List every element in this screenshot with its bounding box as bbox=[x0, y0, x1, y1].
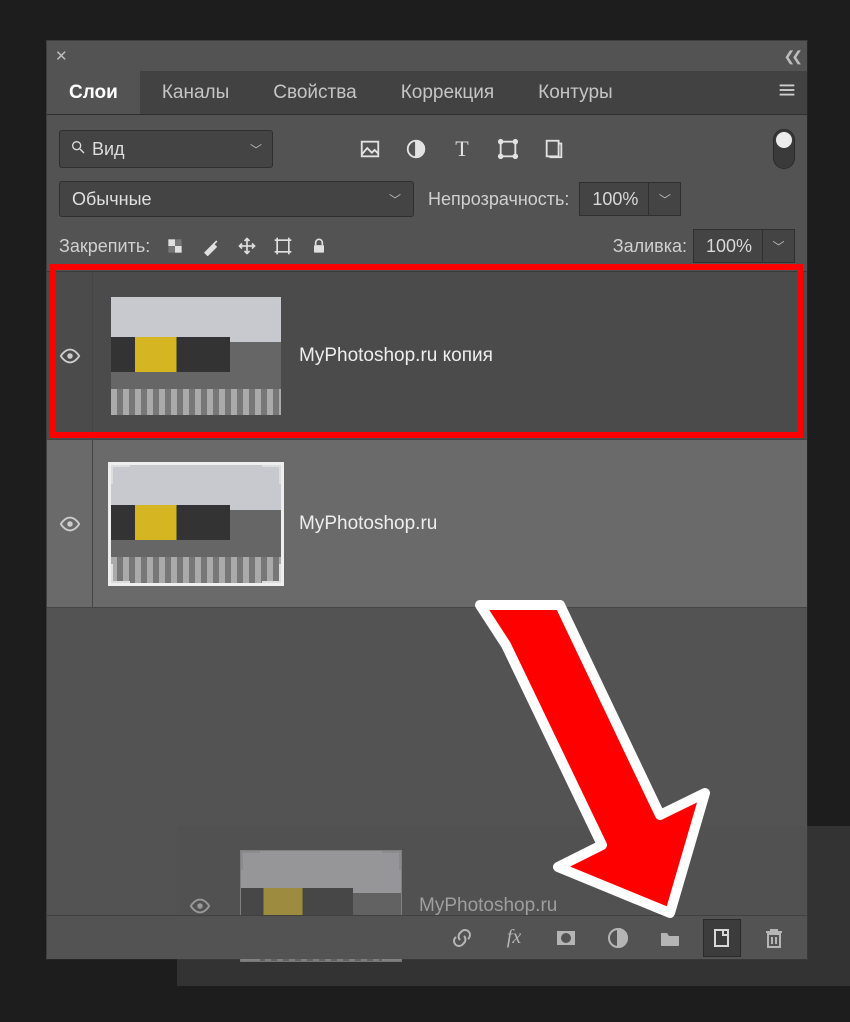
link-icon[interactable] bbox=[443, 919, 481, 957]
lock-label: Закрепить: bbox=[59, 236, 150, 257]
tab-paths-label: Контуры bbox=[538, 82, 613, 104]
layers-bottom-bar: fx bbox=[47, 915, 807, 959]
visibility-toggle[interactable] bbox=[47, 272, 93, 439]
tab-adjustments-label: Коррекция bbox=[401, 82, 494, 104]
group-icon[interactable] bbox=[651, 919, 689, 957]
adjustment-filter-icon[interactable] bbox=[404, 137, 428, 161]
filter-icons: T bbox=[358, 137, 566, 161]
new-layer-icon[interactable] bbox=[703, 919, 741, 957]
layers-list: MyPhotoshop.ru копия MyPhotoshop.ru bbox=[47, 271, 807, 608]
tab-paths[interactable]: Контуры bbox=[516, 71, 635, 114]
fx-icon[interactable]: fx bbox=[495, 919, 533, 957]
layer-kind-label: Вид bbox=[92, 139, 250, 160]
filter-toggle[interactable] bbox=[773, 129, 795, 169]
tab-layers-label: Слои bbox=[69, 82, 118, 104]
tab-properties-label: Свойства bbox=[273, 82, 356, 104]
layer-thumbnail[interactable] bbox=[111, 465, 281, 583]
layer-row[interactable]: MyPhotoshop.ru копия bbox=[47, 272, 807, 440]
mask-icon[interactable] bbox=[547, 919, 585, 957]
fill-value[interactable]: 100% bbox=[693, 229, 763, 263]
tab-channels-label: Каналы bbox=[162, 82, 229, 104]
smartobject-filter-icon[interactable] bbox=[542, 137, 566, 161]
lock-row: Закрепить: Заливка: 100% ﹀ bbox=[47, 229, 807, 271]
chevron-down-icon: ﹀ bbox=[389, 191, 401, 208]
close-icon[interactable]: ✕ bbox=[55, 47, 68, 65]
fill-stepper[interactable]: ﹀ bbox=[763, 229, 795, 263]
adjustment-layer-icon[interactable] bbox=[599, 919, 637, 957]
panel-tabs: Слои Каналы Свойства Коррекция Контуры bbox=[47, 71, 807, 115]
layer-thumbnail[interactable] bbox=[111, 297, 281, 415]
layers-panel: ✕ ❮❮ Слои Каналы Свойства Коррекция Конт… bbox=[46, 40, 808, 960]
lock-artboard-icon[interactable] bbox=[272, 235, 294, 257]
tab-channels[interactable]: Каналы bbox=[140, 71, 251, 114]
image-filter-icon[interactable] bbox=[358, 137, 382, 161]
shape-filter-icon[interactable] bbox=[496, 137, 520, 161]
text-filter-icon[interactable]: T bbox=[450, 137, 474, 161]
lock-move-icon[interactable] bbox=[236, 235, 258, 257]
blend-mode-label: Обычные bbox=[72, 189, 389, 210]
layer-row[interactable]: MyPhotoshop.ru bbox=[47, 440, 807, 608]
fill-label: Заливка: bbox=[613, 236, 687, 257]
layer-name: MyPhotoshop.ru bbox=[419, 895, 557, 917]
chevron-down-icon: ﹀ bbox=[250, 141, 262, 158]
lock-all-icon[interactable] bbox=[308, 235, 330, 257]
lock-paint-icon[interactable] bbox=[200, 235, 222, 257]
layer-name[interactable]: MyPhotoshop.ru копия bbox=[299, 345, 493, 367]
layers-toolbar: Вид ﹀ T bbox=[47, 115, 807, 217]
blend-mode-select[interactable]: Обычные ﹀ bbox=[59, 181, 414, 217]
visibility-toggle bbox=[177, 826, 223, 986]
layer-kind-filter[interactable]: Вид ﹀ bbox=[59, 130, 273, 168]
tab-adjustments[interactable]: Коррекция bbox=[379, 71, 516, 114]
tab-properties[interactable]: Свойства bbox=[251, 71, 378, 114]
toggle-knob bbox=[776, 132, 792, 148]
panel-header: ✕ ❮❮ bbox=[47, 41, 807, 71]
opacity-stepper[interactable]: ﹀ bbox=[649, 182, 681, 216]
tab-layers[interactable]: Слои bbox=[47, 71, 140, 114]
opacity-value[interactable]: 100% bbox=[579, 182, 649, 216]
drag-ghost-layer: MyPhotoshop.ru bbox=[177, 826, 850, 986]
layer-name[interactable]: MyPhotoshop.ru bbox=[299, 513, 437, 535]
lock-pixels-icon[interactable] bbox=[164, 235, 186, 257]
panel-menu-icon[interactable] bbox=[767, 79, 807, 106]
collapse-icon[interactable]: ❮❮ bbox=[784, 48, 799, 65]
trash-icon[interactable] bbox=[755, 919, 793, 957]
visibility-toggle[interactable] bbox=[47, 440, 93, 607]
opacity-label: Непрозрачность: bbox=[428, 189, 569, 210]
search-icon bbox=[70, 139, 86, 160]
